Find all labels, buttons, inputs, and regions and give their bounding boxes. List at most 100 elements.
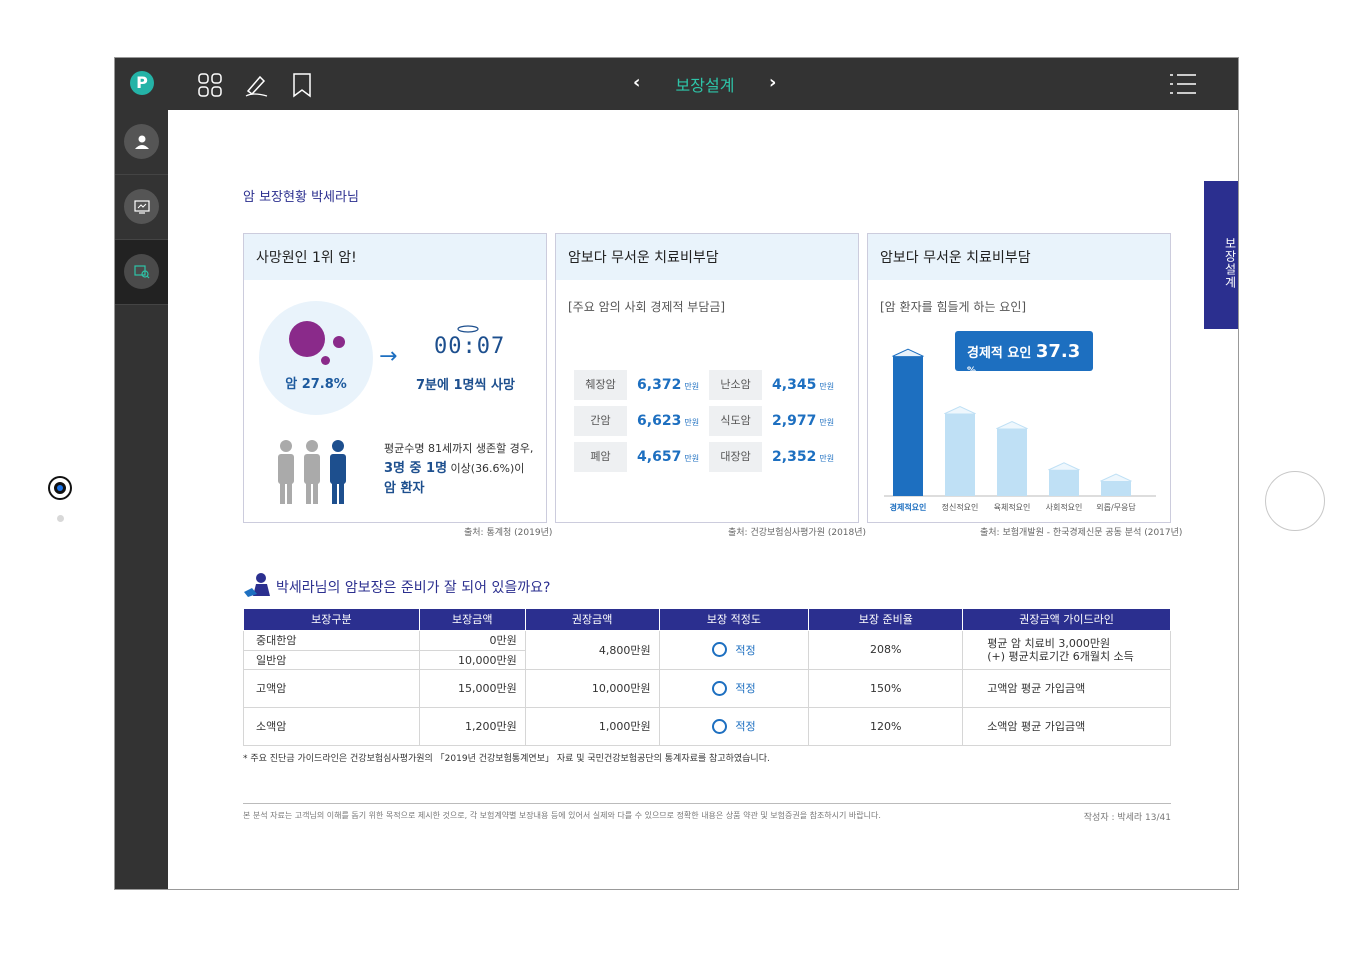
economic-factor-callout: 경제적 요인 37.3 % [955,331,1093,376]
monitor-chart-icon [124,189,159,224]
coverage-amount-cell: 15,000만원 [418,668,526,708]
cost-label: 대장암 [709,442,763,472]
virus-small-icon [333,336,345,348]
recommended-cell: 10,000만원 [524,668,660,708]
guide-cell: 평균 암 치료비 3,000만원 (+) 평균치료기간 6개월치 소득 [962,629,1171,670]
callout-unit: % [967,366,977,376]
coverage-type-cell: 고액암 [243,668,420,708]
coverage-amount-cell: 1,200만원 [418,706,526,746]
header-cell: 보장 적정도 [658,609,810,631]
guide-cell: 소액암 평균 가입금액 [962,706,1171,746]
app-logo[interactable]: P [130,71,154,95]
table-row: 고액암 15,000만원 10,000만원 적정 150% 고액암 평균 가입금… [243,668,1171,708]
card-heading: 암보다 무서운 치료비부담 [556,234,858,280]
adequacy-cell: 적정 [658,706,810,746]
cost-value: 6,623 만원 [637,413,700,429]
circle-ok-icon [712,642,728,657]
header-cell: 보장금액 [418,609,526,631]
bar-label-1: 정신적요인 [942,502,979,512]
coverage-type-cell: 중대한암 일반암 [243,629,420,670]
header-cell: 권장금액 가이드라인 [962,609,1171,631]
device-camera-dot [50,478,70,498]
sidebar-item-analysis[interactable] [115,240,168,305]
cost-row: 간암 6,623 만원 식도암 2,977 만원 [574,403,844,439]
arrow-right-icon: → [379,344,398,369]
chevron-right-icon[interactable]: › [769,72,776,93]
people-icon [278,440,346,504]
footer-divider [243,803,1171,804]
source-note: 출처: 보험개발원 - 한국경제신문 공동 분석 (2017년) [980,528,1183,538]
circle-ok-icon [712,718,728,734]
ratio-cell: 150% [808,668,964,708]
chevron-left-icon[interactable]: ‹ [633,72,640,93]
cost-grid: 췌장암 6,372 만원 난소암 4,345 만원 간암 6,623 만원 식도암 2… [574,367,844,475]
virus-small-icon [321,356,330,365]
bookmark-icon[interactable] [289,72,315,98]
header-cell: 권장금액 [524,609,660,631]
device-home-button[interactable] [1265,471,1325,531]
coverage-amount-cell: 0만원 10,000만원 [418,629,526,670]
table-row: 소액암 1,200만원 1,000만원 적정 120% 소액암 평균 가입금액 [243,706,1171,746]
bar-2 [997,428,1027,496]
cost-label: 췌장암 [574,370,628,400]
left-sidebar [115,110,168,889]
search-analysis-icon [124,254,159,289]
sidebar-item-customer[interactable] [115,110,168,175]
person-icon [124,124,159,159]
recommended-cell: 1,000만원 [524,706,660,746]
virus-icon [289,321,325,357]
guide-line: (+) 평균치료기간 6개월치 소득 [987,649,1134,663]
adequacy-label: 적정 [735,720,756,733]
cost-row: 폐암 4,657 만원 대장암 2,352 만원 [574,439,844,475]
header-cell: 보장 준비율 [808,609,964,631]
guide-line: 평균 암 치료비 3,000만원 [987,636,1111,650]
bar-label-2: 육체적요인 [994,502,1031,512]
coverage-table: 보장구분 보장금액 권장금액 보장 적정도 보장 준비율 권장금액 가이드라인 … [243,609,1171,746]
adequacy-cell: 적정 [658,629,810,670]
list-menu-icon[interactable] [1170,72,1196,96]
page-title: 암 보장현황 박세라님 [243,190,359,205]
document-page: 보장설계 암 보장현황 박세라님 사망원인 1위 암! 암 27.8% → 00… [168,110,1238,889]
survival-line3: 암 환자 [384,481,425,496]
card-heading: 사망원인 1위 암! [244,234,546,280]
person-reading-icon [244,573,270,597]
survival-stat: 평균수명 81세까지 생존할 경우, 3명 중 1명 이상(36.6%)이 암 … [384,439,533,499]
adequacy-cell: 적정 [658,668,810,708]
source-note: 출처: 건강보험심사평가원 (2018년) [728,528,867,538]
ratio-cell: 208% [808,629,964,670]
survival-line1: 평균수명 81세까지 생존할 경우, [384,442,534,455]
cost-label: 식도암 [709,406,763,436]
table-footnote: * 주요 진단금 가이드라인은 건강보험심사평가원의 「2019년 건강보험통계… [243,754,770,764]
device-sensor-dot [57,515,64,522]
digital-clock: 00:07 [434,334,506,359]
bar-label-0: 경제적요인 [890,502,927,512]
halo-icon [457,325,479,333]
side-tab-coverage-design[interactable]: 보장설계 [1204,181,1238,329]
sub-coverage-name: 일반암 [244,649,419,669]
sub-coverage-amount: 0만원 [489,633,517,647]
table-row: 중대한암 일반암 0만원 10,000만원 4,800만원 적정 208% 평균… [243,629,1171,670]
circle-ok-icon [712,680,728,696]
pen-icon[interactable] [243,72,269,98]
card-subtitle: [암 환자를 힘들게 하는 요인] [880,300,1027,314]
sidebar-item-presentation[interactable] [115,175,168,240]
app-screen: P ‹ 보장설계 › 보장설계 암 보장현황 박세라님 사망원인 1위 암! 암… [114,57,1239,890]
bar-label-4: 외롭/무응답 [1096,502,1136,512]
cost-label: 난소암 [709,370,763,400]
grid-icon[interactable] [197,72,223,98]
page-nav-title: 보장설계 [675,76,735,95]
survival-line2: 이상(36.6%)이 [450,462,525,475]
coverage-type-cell: 소액암 [243,706,420,746]
footer-author-page: 작성자 : 박세라 13/41 [1083,813,1171,823]
cost-value: 6,372 만원 [637,377,700,393]
section-title: 박세라님의 암보장은 준비가 잘 되어 있을까요? [276,580,551,596]
footer-disclaimer: 본 분석 자료는 고객님의 이해를 돕기 위한 목적으로 제시한 것으로, 각 … [243,811,881,820]
info-card-burden-factors: 암보다 무서운 치료비부담 [암 환자를 힘들게 하는 요인] 경제적요인 정신적… [867,233,1171,523]
top-toolbar: P ‹ 보장설계 › [115,58,1238,110]
cost-value: 2,977 만원 [772,413,835,429]
guide-cell: 고액암 평균 가입금액 [962,668,1171,708]
death-frequency-label: 7분에 1명씩 사망 [416,378,515,393]
cost-value: 4,657 만원 [637,449,700,465]
header-cell: 보장구분 [243,609,420,631]
cancer-rate-label: 암 27.8% [285,377,347,392]
